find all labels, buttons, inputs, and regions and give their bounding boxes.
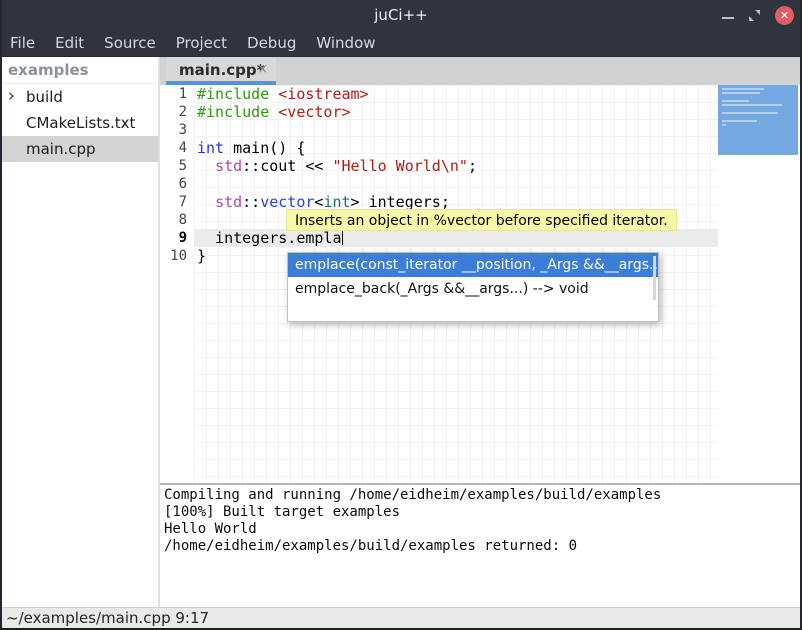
line-number: 3 (160, 121, 194, 139)
line-number: 7 (160, 193, 194, 211)
restore-icon[interactable] (748, 9, 761, 22)
line-number: 4 (160, 139, 194, 157)
status-path-position: ~/examples/main.cpp 9:17 (6, 609, 209, 627)
minimap-code-line (722, 92, 760, 94)
menu-window[interactable]: Window (306, 34, 385, 52)
tab-main-cpp[interactable]: main.cpp* × (166, 57, 276, 85)
minimap-code-line (722, 124, 726, 126)
code-line-3[interactable] (194, 121, 477, 139)
text-cursor (342, 231, 343, 245)
line-number: 2 (160, 103, 194, 121)
project-name-header: examples (0, 57, 158, 84)
tree-item-label: build (26, 88, 63, 106)
autocomplete-popup: emplace(const_iterator __position, _Args… (287, 252, 659, 322)
minimap-code-line (722, 88, 764, 90)
tab-close-icon[interactable]: × (257, 57, 268, 83)
code-line-5[interactable]: std::cout << "Hello World\n"; (194, 157, 477, 175)
titlebar[interactable]: juCi++ ✕ (0, 0, 802, 30)
tree-item-main-cpp[interactable]: main.cpp (0, 136, 158, 162)
minimize-icon[interactable] (722, 17, 734, 19)
line-number-gutter: 12345678910 (160, 85, 194, 265)
tree-item-cmakelists-txt[interactable]: CMakeLists.txt (0, 110, 158, 136)
tree-item-label: main.cpp (26, 140, 96, 158)
menu-bar: FileEditSourceProjectDebugWindow (0, 30, 802, 57)
status-bar: ~/examples/main.cpp 9:17 (0, 607, 802, 628)
close-icon[interactable]: ✕ (775, 6, 794, 25)
line-number: 5 (160, 157, 194, 175)
minimap-code-line (722, 100, 749, 102)
tab-label: main.cpp* (166, 57, 264, 83)
tree-item-label: CMakeLists.txt (26, 114, 135, 132)
minimap[interactable] (718, 85, 798, 483)
doc-tooltip: Inserts an object in %vector before spec… (286, 209, 677, 231)
menu-project[interactable]: Project (166, 34, 237, 52)
autocomplete-item[interactable]: emplace_back(_Args &&__args...) --> void (288, 277, 658, 301)
expander-chevron-icon[interactable]: › (8, 83, 15, 109)
code-line-1[interactable]: #include <iostream> (194, 85, 477, 103)
line-number: 6 (160, 175, 194, 193)
minimap-code-line (722, 120, 757, 122)
autocomplete-item[interactable]: emplace(const_iterator __position, _Args… (288, 253, 658, 277)
code-lines[interactable]: #include <iostream>#include <vector> int … (194, 85, 477, 265)
minimap-code-line (722, 112, 778, 114)
line-number: 1 (160, 85, 194, 103)
minimap-code-line (722, 104, 782, 106)
tree-item-build[interactable]: › build (0, 84, 158, 110)
popup-scrollbar[interactable] (653, 256, 656, 300)
file-tree-panel: examples › build CMakeLists.txt main.cpp (0, 57, 158, 607)
line-number: 8 (160, 211, 194, 229)
code-line-4[interactable]: int main() { (194, 139, 477, 157)
code-line-2[interactable]: #include <vector> (194, 103, 477, 121)
code-line-6[interactable] (194, 175, 477, 193)
build-terminal[interactable]: Compiling and running /home/eidheim/exam… (160, 485, 802, 607)
terminal-line: Compiling and running /home/eidheim/exam… (164, 487, 802, 504)
menu-edit[interactable]: Edit (45, 34, 94, 52)
menu-file[interactable]: File (0, 34, 45, 52)
terminal-line: [100%] Built target examples (164, 504, 802, 521)
window-title: juCi++ (0, 0, 802, 30)
file-tree: › build CMakeLists.txt main.cpp (0, 84, 158, 162)
line-number: 10 (160, 247, 194, 265)
terminal-line: Hello World (164, 521, 802, 538)
line-number: 9 (160, 229, 194, 247)
menu-source[interactable]: Source (94, 34, 166, 52)
minimap-visible-region[interactable] (718, 85, 798, 155)
terminal-line: /home/eidheim/examples/build/examples re… (164, 538, 802, 555)
tab-bar: main.cpp* × (160, 57, 802, 85)
menu-debug[interactable]: Debug (237, 34, 306, 52)
